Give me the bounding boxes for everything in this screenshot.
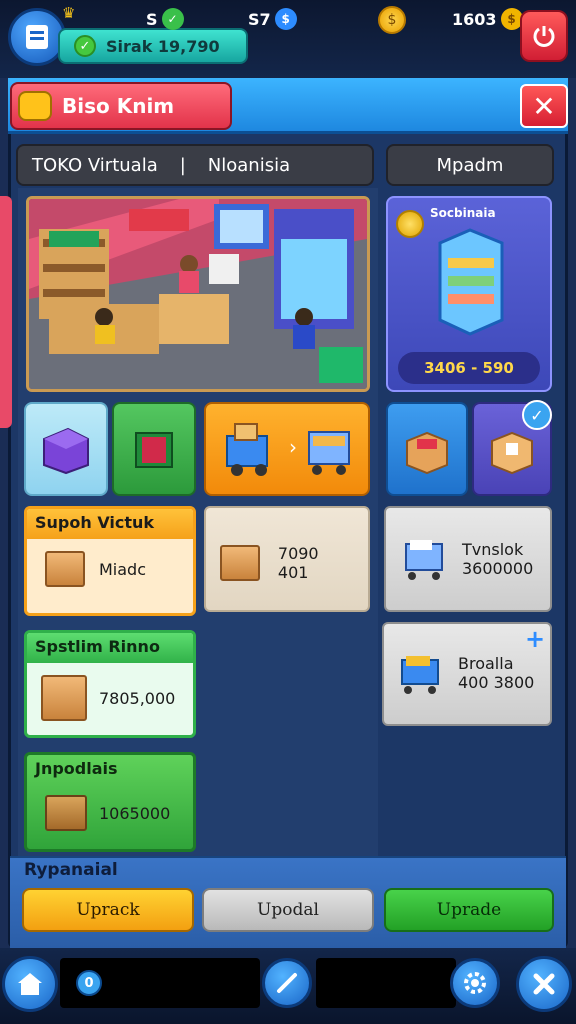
card-jnpodlais-value: 1065000 xyxy=(99,803,171,823)
panel-title-tab: Biso Knim xyxy=(10,82,232,130)
tab-nloanisia[interactable]: Nloanisia xyxy=(208,155,290,176)
side-handle[interactable] xyxy=(0,196,12,428)
package-icon xyxy=(491,431,533,475)
card-spstlim-title: Spstlim Rinno xyxy=(27,633,193,663)
card-tvnslok[interactable]: Tvnslok 3600000 xyxy=(384,506,552,612)
chat-icon xyxy=(18,91,52,121)
cash-box-icon xyxy=(41,675,87,721)
nav-slot-right xyxy=(316,958,456,1008)
close-button[interactable]: ✕ xyxy=(520,84,568,128)
card-supoh[interactable]: Supoh Victuk Miadc xyxy=(24,506,196,616)
coin-icon xyxy=(396,210,424,238)
power-button[interactable] xyxy=(520,10,568,62)
gem-icon: ✓ xyxy=(161,8,184,30)
tile-open-box[interactable] xyxy=(386,402,468,496)
pencil-icon xyxy=(277,973,297,993)
panel-title: Biso Knim xyxy=(62,94,175,118)
card-middle[interactable]: 7090 401 xyxy=(204,506,370,612)
svg-text:›: › xyxy=(289,435,297,459)
card-broalla-value: 400 3800 xyxy=(458,673,535,692)
card-broalla-title: Broalla xyxy=(458,654,514,673)
nav-badge: 0 xyxy=(76,970,102,996)
card-tvnslok-value: 3600000 xyxy=(462,559,534,578)
card-jnpodlais[interactable]: Jnpodlais 1065000 xyxy=(24,752,196,852)
tab-separator: | xyxy=(179,154,186,176)
resource-2: S7 $ xyxy=(248,8,297,30)
card-spstlim-value: 7805,000 xyxy=(99,688,176,708)
cart-icon xyxy=(401,656,439,694)
box-icon xyxy=(220,545,260,581)
plus-icon[interactable]: + xyxy=(524,627,546,651)
open-box-icon xyxy=(406,431,448,475)
tools-icon xyxy=(533,973,555,995)
check-icon: ✓ xyxy=(74,35,96,57)
card-spstlim[interactable]: Spstlim Rinno 7805,000 xyxy=(24,630,196,738)
home-button[interactable] xyxy=(2,956,58,1012)
card-middle-value: 7090 401 xyxy=(277,544,319,582)
produce-crate-icon xyxy=(45,795,87,831)
upgrade-button-3[interactable]: Uprade xyxy=(384,888,554,932)
shopping-cart-icon xyxy=(405,540,443,580)
gear-icon xyxy=(464,972,486,994)
resource-3-value: 1603 xyxy=(452,9,497,29)
card-supoh-title: Supoh Victuk xyxy=(27,509,193,539)
tile-purple-box[interactable] xyxy=(24,402,108,496)
shop-scene-image xyxy=(26,196,370,392)
offer-title: Socbinaia xyxy=(430,206,496,220)
upgrade-button-2[interactable]: Upodal xyxy=(202,888,374,932)
card-jnpodlais-title: Jnpodlais xyxy=(35,759,118,778)
resource-1-value: S xyxy=(146,9,158,29)
upgrade-label: Rypanaial xyxy=(24,860,118,880)
coin-icon: $ xyxy=(378,6,406,34)
upgrade-button-1[interactable]: Uprack xyxy=(22,888,194,932)
tab-toko[interactable]: TOKO Virtuala xyxy=(32,155,158,176)
cash-label: Sirak 19,790 xyxy=(106,36,220,56)
tab-mpadm[interactable]: Mpadm xyxy=(386,144,554,186)
tile-gift-box[interactable] xyxy=(112,402,196,496)
resource-3: 1603 $ xyxy=(452,8,523,30)
gift-box-icon xyxy=(135,432,173,468)
tab-bar[interactable]: TOKO Virtuala | Nloanisia xyxy=(16,144,374,186)
resource-2-value: S7 xyxy=(248,9,271,29)
delivery-cart-icon: › xyxy=(226,423,350,476)
purple-box-icon xyxy=(43,427,89,475)
home-icon xyxy=(18,973,42,995)
edit-button[interactable] xyxy=(262,958,312,1008)
token-icon: $ xyxy=(274,8,297,30)
box-icon xyxy=(45,551,85,587)
vending-shelf-icon xyxy=(430,228,510,338)
offer-price: 3406 - 590 xyxy=(398,352,540,384)
power-icon xyxy=(533,26,555,47)
tile-delivery-cart[interactable]: › xyxy=(204,402,370,496)
card-supoh-value: Miadc xyxy=(99,559,147,579)
check-icon: ✓ xyxy=(522,400,552,430)
cash-balance: ✓ Sirak 19,790 xyxy=(58,28,248,64)
crown-icon: ♛ xyxy=(62,4,76,22)
tools-button[interactable] xyxy=(516,956,572,1012)
settings-button[interactable] xyxy=(450,958,500,1008)
card-tvnslok-title: Tvnslok xyxy=(462,540,524,559)
resource-1: S ✓ xyxy=(146,8,184,30)
notebook-icon xyxy=(26,25,48,49)
